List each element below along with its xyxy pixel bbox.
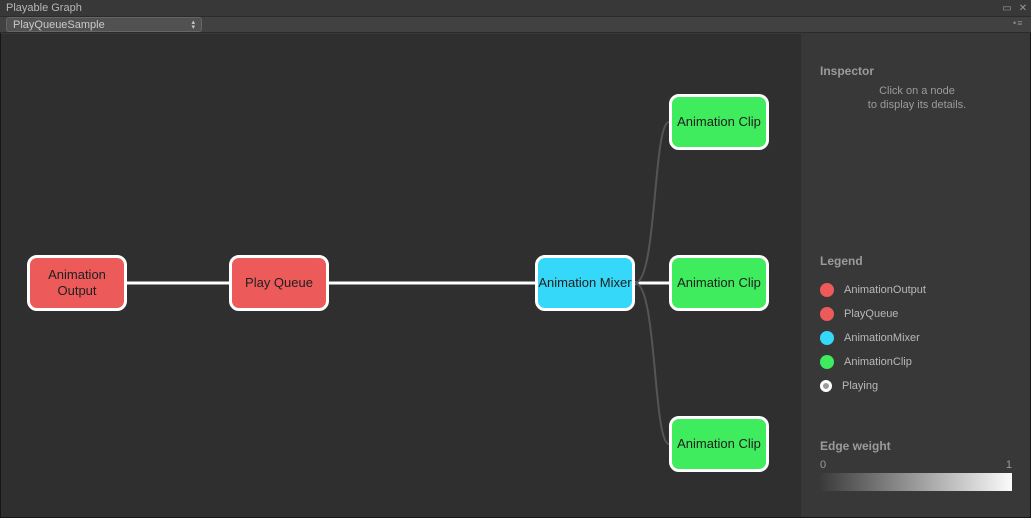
node-label: Animation Mixer	[538, 275, 631, 291]
color-swatch	[820, 331, 834, 345]
node-animation-clip[interactable]: Animation Clip	[669, 416, 769, 472]
legend-label: AnimationOutput	[844, 284, 926, 296]
side-panel: Inspector Click on a node to display its…	[802, 34, 1030, 517]
legend-label: AnimationMixer	[844, 332, 920, 344]
node-animation-mixer[interactable]: Animation Mixer	[535, 255, 635, 311]
legend-label: Playing	[842, 380, 878, 392]
node-label: Animation Output	[30, 267, 124, 300]
legend-label: PlayQueue	[844, 308, 898, 320]
legend-item: AnimationMixer	[820, 326, 1020, 350]
graph-canvas[interactable]: Animation Output Play Queue Animation Mi…	[1, 34, 801, 517]
chevron-updown-icon: ▴▾	[191, 18, 195, 31]
dropdown-value: PlayQueueSample	[13, 19, 105, 31]
color-swatch	[820, 355, 834, 369]
node-label: Play Queue	[245, 275, 313, 291]
legend-heading: Legend	[820, 254, 1020, 268]
legend-item: AnimationOutput	[820, 278, 1020, 302]
color-swatch	[820, 307, 834, 321]
legend-item: Playing	[820, 374, 1020, 398]
edge-weight-ramp	[820, 473, 1012, 491]
edge-weight-heading: Edge weight	[820, 439, 1012, 453]
minimize-icon[interactable]: ▭	[999, 0, 1015, 16]
edge-weight-min: 0	[820, 459, 826, 471]
inspector-heading: Inspector	[820, 64, 1014, 78]
legend-label: AnimationClip	[844, 356, 912, 368]
inspector-hint: Click on a node to display its details.	[820, 84, 1014, 113]
close-icon[interactable]: ✕	[1015, 0, 1031, 16]
node-animation-clip[interactable]: Animation Clip	[669, 255, 769, 311]
context-menu-icon[interactable]: •≡	[1013, 18, 1027, 30]
edge-weight-section: Edge weight 0 1	[820, 439, 1012, 491]
titlebar: Playable Graph ▭ ✕	[0, 0, 1031, 17]
node-label: Animation Clip	[677, 275, 761, 291]
legend-item: PlayQueue	[820, 302, 1020, 326]
graph-select-dropdown[interactable]: PlayQueueSample ▴▾	[6, 17, 202, 32]
edge-weight-max: 1	[1006, 459, 1012, 471]
inspector-section: Inspector Click on a node to display its…	[802, 34, 1030, 113]
color-swatch	[820, 283, 834, 297]
legend-item: AnimationClip	[820, 350, 1020, 374]
node-animation-clip[interactable]: Animation Clip	[669, 94, 769, 150]
node-label: Animation Clip	[677, 436, 761, 452]
toolbar: PlayQueueSample ▴▾	[0, 17, 1031, 33]
node-label: Animation Clip	[677, 114, 761, 130]
node-play-queue[interactable]: Play Queue	[229, 255, 329, 311]
legend-section: Legend AnimationOutput PlayQueue Animati…	[820, 254, 1020, 398]
window-title: Playable Graph	[6, 2, 82, 14]
ring-swatch	[820, 380, 832, 392]
node-animation-output[interactable]: Animation Output	[27, 255, 127, 311]
